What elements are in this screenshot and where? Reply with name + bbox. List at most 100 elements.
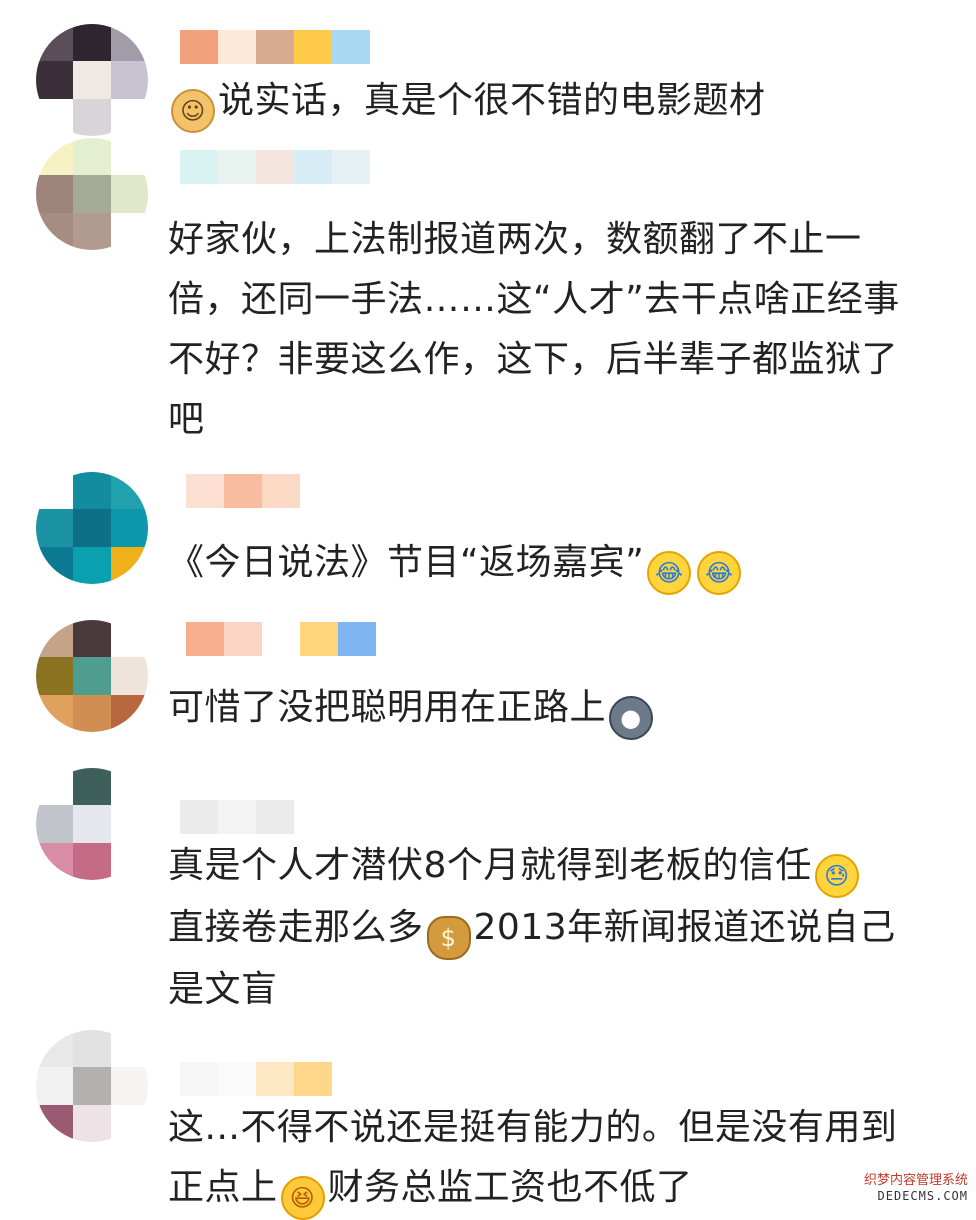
avatar-pixel bbox=[73, 657, 111, 695]
username-pixel bbox=[224, 622, 262, 656]
avatar-pixel bbox=[36, 509, 74, 547]
comment-text: 可惜了没把聪明用在正路上 ● bbox=[168, 678, 968, 740]
husky-emoji: ● bbox=[609, 696, 654, 740]
username-pixel bbox=[186, 474, 224, 508]
avatar-pixel bbox=[110, 98, 148, 136]
username-pixel bbox=[294, 150, 332, 184]
avatar-pixel bbox=[110, 175, 148, 213]
username-pixel bbox=[332, 150, 370, 184]
username-pixel bbox=[300, 622, 338, 656]
avatar-pixel bbox=[73, 1030, 111, 1068]
avatar-pixel bbox=[36, 842, 74, 880]
avatar-pixel bbox=[73, 805, 111, 843]
username-pixel bbox=[256, 150, 294, 184]
avatar-pixel bbox=[36, 24, 74, 62]
comment-text: ☺ 说实话，真是个很不错的电影题材 bbox=[168, 71, 968, 133]
avatar-pixel bbox=[110, 212, 148, 250]
doge-emoji: ☺ bbox=[171, 89, 215, 133]
comment-text: 真是个人才潜伏8个月就得到老板的信任 😓 直接卷走那么多 $2013年新闻报道还说自… bbox=[168, 845, 896, 1010]
username-redacted[interactable] bbox=[186, 622, 376, 656]
username-redacted[interactable] bbox=[180, 800, 294, 834]
sweat-emoji: 😓 bbox=[814, 854, 859, 898]
avatar[interactable] bbox=[36, 768, 148, 880]
comment-text: 《今日说法》节目“返场嘉宾” 😂 😂 bbox=[168, 533, 968, 595]
avatar-pixel bbox=[36, 61, 74, 99]
avatar-pixel bbox=[110, 657, 148, 695]
avatar-pixel bbox=[73, 138, 111, 176]
avatar-pixel bbox=[73, 212, 111, 250]
avatar-pixel bbox=[36, 1104, 74, 1142]
avatar-pixel bbox=[73, 546, 111, 584]
avatar-pixel bbox=[36, 657, 74, 695]
avatar-pixel bbox=[73, 768, 111, 806]
avatar-pixel bbox=[73, 1104, 111, 1142]
avatar-pixel bbox=[36, 694, 74, 732]
avatar-pixel bbox=[110, 620, 148, 658]
avatar-pixel bbox=[36, 768, 74, 806]
comment-text: 好家伙，上法制报道两次，数额翻了不止一 倍，还同一手法……这“人才”去干点啥正经… bbox=[168, 219, 900, 440]
username-pixel bbox=[218, 1062, 256, 1096]
username-pixel bbox=[338, 622, 376, 656]
avatar-pixel bbox=[36, 546, 74, 584]
crying-laughing-emoji: 😂 bbox=[697, 551, 742, 595]
username-redacted[interactable] bbox=[180, 1062, 332, 1096]
username-pixel bbox=[218, 800, 256, 834]
username-pixel bbox=[180, 30, 218, 64]
watermark: 织梦内容管理系统 DEDECMS.COM bbox=[858, 1172, 968, 1204]
username-pixel bbox=[262, 474, 300, 508]
username-pixel bbox=[180, 150, 218, 184]
avatar-pixel bbox=[36, 212, 74, 250]
username-redacted[interactable] bbox=[180, 150, 370, 184]
avatar[interactable] bbox=[36, 620, 148, 732]
comment-text: 这...不得不说还是挺有能力的。但是没有用到 正点上 😆 财务总监工资也不低了 bbox=[168, 1098, 968, 1220]
money-bag-emoji: $ bbox=[426, 916, 471, 960]
avatar[interactable] bbox=[36, 24, 148, 136]
username-pixel bbox=[262, 622, 300, 656]
username-pixel bbox=[294, 1062, 332, 1096]
username-pixel bbox=[180, 1062, 218, 1096]
avatar-pixel bbox=[110, 1104, 148, 1142]
avatar-pixel bbox=[36, 1067, 74, 1105]
watermark-text: 织梦内容管理系统 bbox=[863, 1173, 968, 1188]
avatar-pixel bbox=[36, 472, 74, 510]
avatar-pixel bbox=[110, 1030, 148, 1068]
avatar-pixel bbox=[110, 509, 148, 547]
crying-laughing-emoji: 😂 bbox=[647, 551, 692, 595]
avatar-pixel bbox=[36, 805, 74, 843]
username-pixel bbox=[218, 150, 256, 184]
username-pixel bbox=[256, 30, 294, 64]
avatar[interactable] bbox=[36, 472, 148, 584]
avatar-pixel bbox=[73, 61, 111, 99]
username-pixel bbox=[218, 30, 256, 64]
avatar[interactable] bbox=[36, 1030, 148, 1142]
watermark-url: DEDECMS.COM bbox=[877, 1189, 968, 1203]
avatar-pixel bbox=[36, 175, 74, 213]
username-pixel bbox=[186, 622, 224, 656]
username-pixel bbox=[256, 1062, 294, 1096]
avatar-pixel bbox=[73, 509, 111, 547]
avatar-pixel bbox=[73, 175, 111, 213]
avatar-pixel bbox=[36, 620, 74, 658]
avatar-pixel bbox=[110, 61, 148, 99]
username-redacted[interactable] bbox=[186, 474, 300, 508]
avatar-pixel bbox=[110, 805, 148, 843]
avatar-pixel bbox=[73, 694, 111, 732]
username-pixel bbox=[256, 800, 294, 834]
username-redacted[interactable] bbox=[180, 30, 370, 64]
avatar-pixel bbox=[73, 24, 111, 62]
avatar-pixel bbox=[110, 842, 148, 880]
avatar-pixel bbox=[110, 24, 148, 62]
avatar-pixel bbox=[110, 1067, 148, 1105]
avatar-pixel bbox=[73, 1067, 111, 1105]
username-pixel bbox=[294, 30, 332, 64]
avatar[interactable] bbox=[36, 138, 148, 250]
avatar-pixel bbox=[110, 694, 148, 732]
avatar-pixel bbox=[36, 138, 74, 176]
username-pixel bbox=[224, 474, 262, 508]
username-pixel bbox=[180, 800, 218, 834]
avatar-pixel bbox=[73, 620, 111, 658]
laugh-emoji: 😆 bbox=[280, 1176, 325, 1220]
avatar-pixel bbox=[110, 546, 148, 584]
avatar-pixel bbox=[73, 842, 111, 880]
avatar-pixel bbox=[110, 768, 148, 806]
